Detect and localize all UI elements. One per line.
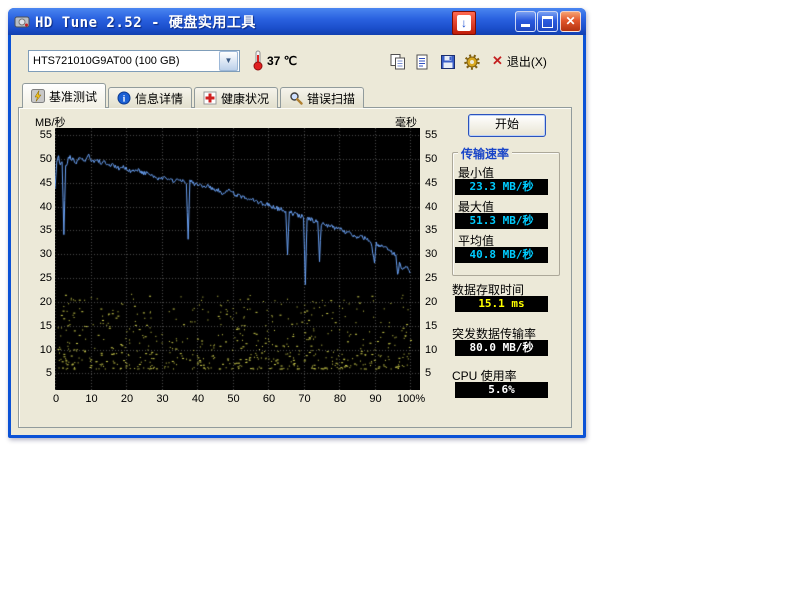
- tab-health-label: 健康状况: [221, 90, 269, 107]
- tab-health[interactable]: 健康状况: [194, 87, 278, 108]
- maximize-icon: [542, 16, 553, 28]
- chevron-down-icon[interactable]: ▼: [219, 51, 238, 71]
- max-value-field: 51.3 MB/秒: [455, 213, 548, 229]
- benchmark-icon: [31, 89, 45, 103]
- transfer-rate-title: 传输速率: [458, 145, 512, 162]
- tab-info[interactable]: i 信息详情: [108, 87, 192, 108]
- app-icon: [14, 14, 30, 30]
- avg-value-field: 40.8 MB/秒: [455, 247, 548, 263]
- options-button[interactable]: [459, 49, 484, 74]
- minimize-icon: [521, 24, 530, 27]
- save-screenshot-button[interactable]: [435, 49, 460, 74]
- thermometer-icon: [252, 49, 264, 74]
- tab-info-label: 信息详情: [135, 90, 183, 107]
- copy-image-button[interactable]: [385, 49, 410, 74]
- download-arrow-icon: ↓: [457, 15, 471, 31]
- access-time-field: 15.1 ms: [455, 296, 548, 312]
- close-button[interactable]: ✕: [560, 11, 581, 32]
- gear-icon: [463, 53, 481, 71]
- exit-label: 退出(X): [507, 53, 547, 70]
- window-title: HD Tune 2.52 - 硬盘实用工具: [35, 12, 256, 32]
- drive-select[interactable]: HTS721010G9AT00 (100 GB) ▼: [28, 50, 240, 72]
- close-icon: ✕: [561, 12, 580, 30]
- health-cross-icon: [203, 91, 217, 105]
- copy-text-icon: [413, 53, 431, 71]
- tab-benchmark[interactable]: 基准测试: [22, 83, 106, 108]
- benchmark-plot: [55, 128, 420, 390]
- drive-select-value: HTS721010G9AT00 (100 GB): [29, 55, 219, 67]
- maximize-button[interactable]: [537, 11, 558, 32]
- hd-tune-window: HD Tune 2.52 - 硬盘实用工具 ↓ ✕ HTS721010G9AT0…: [8, 8, 586, 438]
- burst-rate-field: 80.0 MB/秒: [455, 340, 548, 356]
- tab-error-scan-label: 错误扫描: [307, 90, 355, 107]
- min-value-field: 23.3 MB/秒: [455, 179, 548, 195]
- tab-error-scan[interactable]: 错误扫描: [280, 87, 364, 108]
- copy-text-button[interactable]: [409, 49, 434, 74]
- exit-x-icon: ✕: [492, 53, 503, 69]
- start-button[interactable]: 开始: [468, 114, 546, 137]
- info-icon: i: [117, 91, 131, 105]
- titlebar[interactable]: HD Tune 2.52 - 硬盘实用工具 ↓ ✕: [8, 8, 586, 35]
- save-icon: [439, 53, 457, 71]
- client-area: HTS721010G9AT00 (100 GB) ▼ 37 ℃: [11, 35, 583, 435]
- tab-benchmark-label: 基准测试: [49, 88, 97, 105]
- exit-button[interactable]: ✕ 退出(X): [492, 51, 547, 71]
- download-button[interactable]: ↓: [452, 11, 476, 35]
- tab-strip: 基准测试 i 信息详情 健康状况: [22, 84, 366, 108]
- minimize-button[interactable]: [515, 11, 536, 32]
- copy-image-icon: [389, 53, 407, 71]
- cpu-usage-field: 5.6%: [455, 382, 548, 398]
- magnifier-icon: [289, 91, 303, 105]
- temperature-value: 37 ℃: [267, 54, 297, 68]
